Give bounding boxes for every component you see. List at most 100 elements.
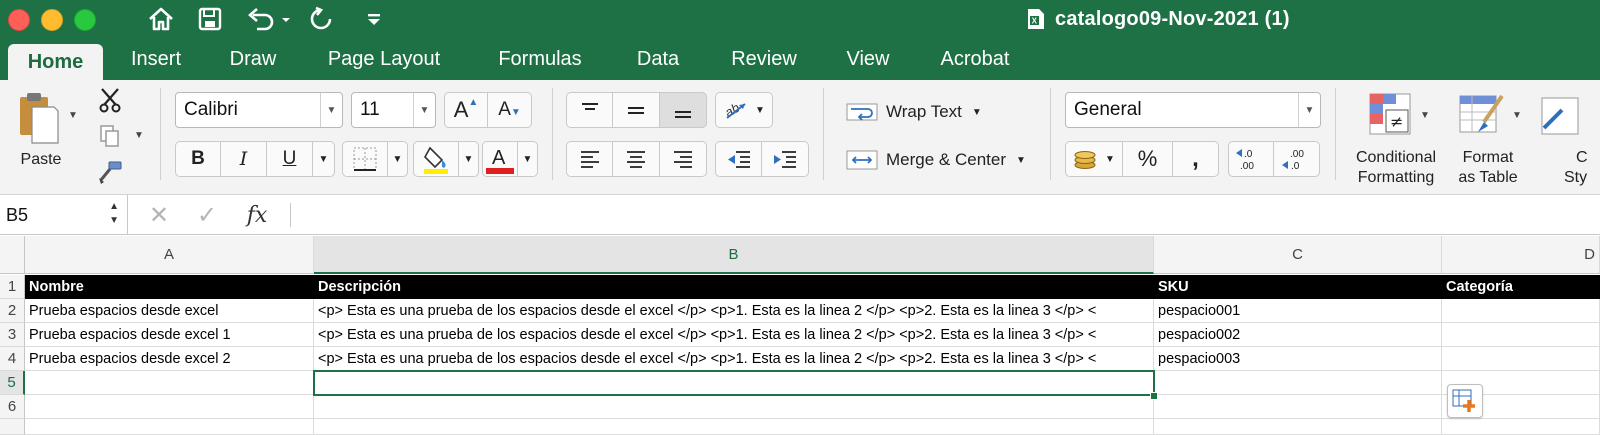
conditional-formatting-dropdown-icon[interactable]: ▼ (1420, 110, 1430, 121)
cell-a1[interactable]: Nombre (25, 275, 314, 299)
comma-style-button[interactable]: , (1173, 141, 1219, 177)
align-middle-button[interactable] (613, 92, 660, 128)
align-top-button[interactable] (566, 92, 613, 128)
merge-center-button[interactable]: Merge & Center ▼ (846, 146, 1026, 174)
orientation-button[interactable]: ab ▼ (715, 92, 773, 128)
cell-c3[interactable]: pespacio002 (1154, 323, 1442, 347)
minimize-window-button[interactable] (41, 9, 63, 31)
copy-icon[interactable] (96, 122, 124, 150)
cell-d7[interactable] (1442, 419, 1600, 435)
cell-c5[interactable] (1154, 371, 1442, 395)
cell-a4[interactable]: Prueba espacios desde excel 2 (25, 347, 314, 371)
save-icon[interactable] (195, 4, 225, 34)
cell-styles-label[interactable]: C Sty (1560, 148, 1600, 188)
row-header-1[interactable]: 1 (0, 275, 25, 299)
cell-b4[interactable]: <p> Esta es una prueba de los espacios d… (314, 347, 1154, 371)
underline-button[interactable]: U (267, 141, 313, 177)
font-size-select[interactable]: 11 ▼ (351, 92, 436, 128)
zoom-window-button[interactable] (74, 9, 96, 31)
column-header-d[interactable]: D (1442, 236, 1600, 274)
cell-b1[interactable]: Descripción (314, 275, 1154, 299)
tab-review[interactable]: Review (724, 38, 804, 80)
percent-style-button[interactable]: % (1123, 141, 1173, 177)
home-icon[interactable] (145, 4, 177, 34)
cell-d3[interactable] (1442, 323, 1600, 347)
fill-color-dropdown-icon[interactable]: ▼ (459, 141, 479, 177)
tab-insert[interactable]: Insert (118, 38, 194, 80)
borders-button[interactable] (342, 141, 388, 177)
format-as-table-label[interactable]: Format as Table (1448, 148, 1528, 188)
paste-options-button[interactable] (1447, 384, 1483, 418)
name-box[interactable]: B5 ▲ ▼ (0, 195, 128, 235)
format-painter-icon[interactable] (96, 158, 124, 186)
column-header-a[interactable]: A (25, 236, 314, 274)
number-format-select[interactable]: General ▼ (1065, 92, 1321, 128)
cut-icon[interactable] (96, 86, 124, 114)
cell-c6[interactable] (1154, 395, 1442, 419)
customize-icon[interactable] (362, 4, 386, 34)
increase-indent-button[interactable] (762, 141, 809, 177)
row-header-5[interactable]: 5 (0, 371, 25, 395)
cell-styles-icon[interactable] (1540, 94, 1600, 138)
accounting-format-button[interactable]: ▼ (1065, 141, 1123, 177)
cell-c4[interactable]: pespacio003 (1154, 347, 1442, 371)
increase-decimal-button[interactable]: .0.00 (1228, 141, 1274, 177)
paste-icon[interactable] (8, 88, 68, 148)
row-header-6[interactable]: 6 (0, 395, 25, 419)
cell-b6[interactable] (314, 395, 1154, 419)
cell-c1[interactable]: SKU (1154, 275, 1442, 299)
conditional-formatting-label[interactable]: Conditional Formatting (1344, 148, 1448, 188)
tab-formulas[interactable]: Formulas (490, 38, 590, 80)
tab-home[interactable]: Home (8, 44, 103, 80)
cell-d4[interactable] (1442, 347, 1600, 371)
column-header-c[interactable]: C (1154, 236, 1442, 274)
row-header-3[interactable]: 3 (0, 323, 25, 347)
underline-dropdown-icon[interactable]: ▼ (313, 141, 335, 177)
cell-b5[interactable] (314, 371, 1154, 395)
tab-acrobat[interactable]: Acrobat (930, 38, 1020, 80)
wrap-text-button[interactable]: Wrap Text ▼ (846, 98, 982, 126)
tab-view[interactable]: View (840, 38, 896, 80)
copy-dropdown-icon[interactable]: ▼ (134, 130, 144, 141)
format-as-table-icon[interactable] (1456, 90, 1508, 138)
fill-handle[interactable] (1150, 392, 1158, 400)
decrease-indent-button[interactable] (715, 141, 762, 177)
cell-b3[interactable]: <p> Esta es una prueba de los espacios d… (314, 323, 1154, 347)
enter-icon[interactable]: ✓ (194, 201, 220, 229)
cancel-icon[interactable]: ✕ (146, 201, 172, 229)
row-header-7[interactable] (0, 419, 25, 435)
align-center-button[interactable] (613, 141, 660, 177)
font-name-select[interactable]: Calibri ▼ (175, 92, 343, 128)
italic-button[interactable]: I (221, 141, 267, 177)
formula-input[interactable] (300, 201, 1590, 229)
tab-data[interactable]: Data (630, 38, 686, 80)
close-window-button[interactable] (8, 9, 30, 31)
decrease-decimal-button[interactable]: .00.0 (1274, 141, 1320, 177)
cell-d1[interactable]: Categoría (1442, 275, 1600, 299)
row-header-2[interactable]: 2 (0, 299, 25, 323)
font-color-button[interactable]: A (482, 141, 518, 177)
cell-d2[interactable] (1442, 299, 1600, 323)
row-header-4[interactable]: 4 (0, 347, 25, 371)
format-as-table-dropdown-icon[interactable]: ▼ (1512, 110, 1522, 121)
cell-c7[interactable] (1154, 419, 1442, 435)
borders-dropdown-icon[interactable]: ▼ (388, 141, 408, 177)
conditional-formatting-icon[interactable]: ≠ (1366, 90, 1416, 138)
cell-b7[interactable] (314, 419, 1154, 435)
name-box-stepper-icon[interactable]: ▲ ▼ (109, 200, 119, 228)
cell-c2[interactable]: pespacio001 (1154, 299, 1442, 323)
column-header-b[interactable]: B (314, 236, 1154, 274)
select-all-corner[interactable] (0, 236, 25, 274)
cell-a6[interactable] (25, 395, 314, 419)
increase-font-size-button[interactable]: A▲ (444, 92, 488, 128)
cell-a7[interactable] (25, 419, 314, 435)
tab-page-layout[interactable]: Page Layout (318, 38, 450, 80)
fill-color-button[interactable] (413, 141, 459, 177)
align-right-button[interactable] (660, 141, 707, 177)
tab-draw[interactable]: Draw (222, 38, 284, 80)
font-color-dropdown-icon[interactable]: ▼ (518, 141, 538, 177)
decrease-font-size-button[interactable]: A▼ (488, 92, 532, 128)
insert-function-icon[interactable]: fx (242, 201, 272, 229)
cell-a3[interactable]: Prueba espacios desde excel 1 (25, 323, 314, 347)
cell-b2[interactable]: <p> Esta es una prueba de los espacios d… (314, 299, 1154, 323)
